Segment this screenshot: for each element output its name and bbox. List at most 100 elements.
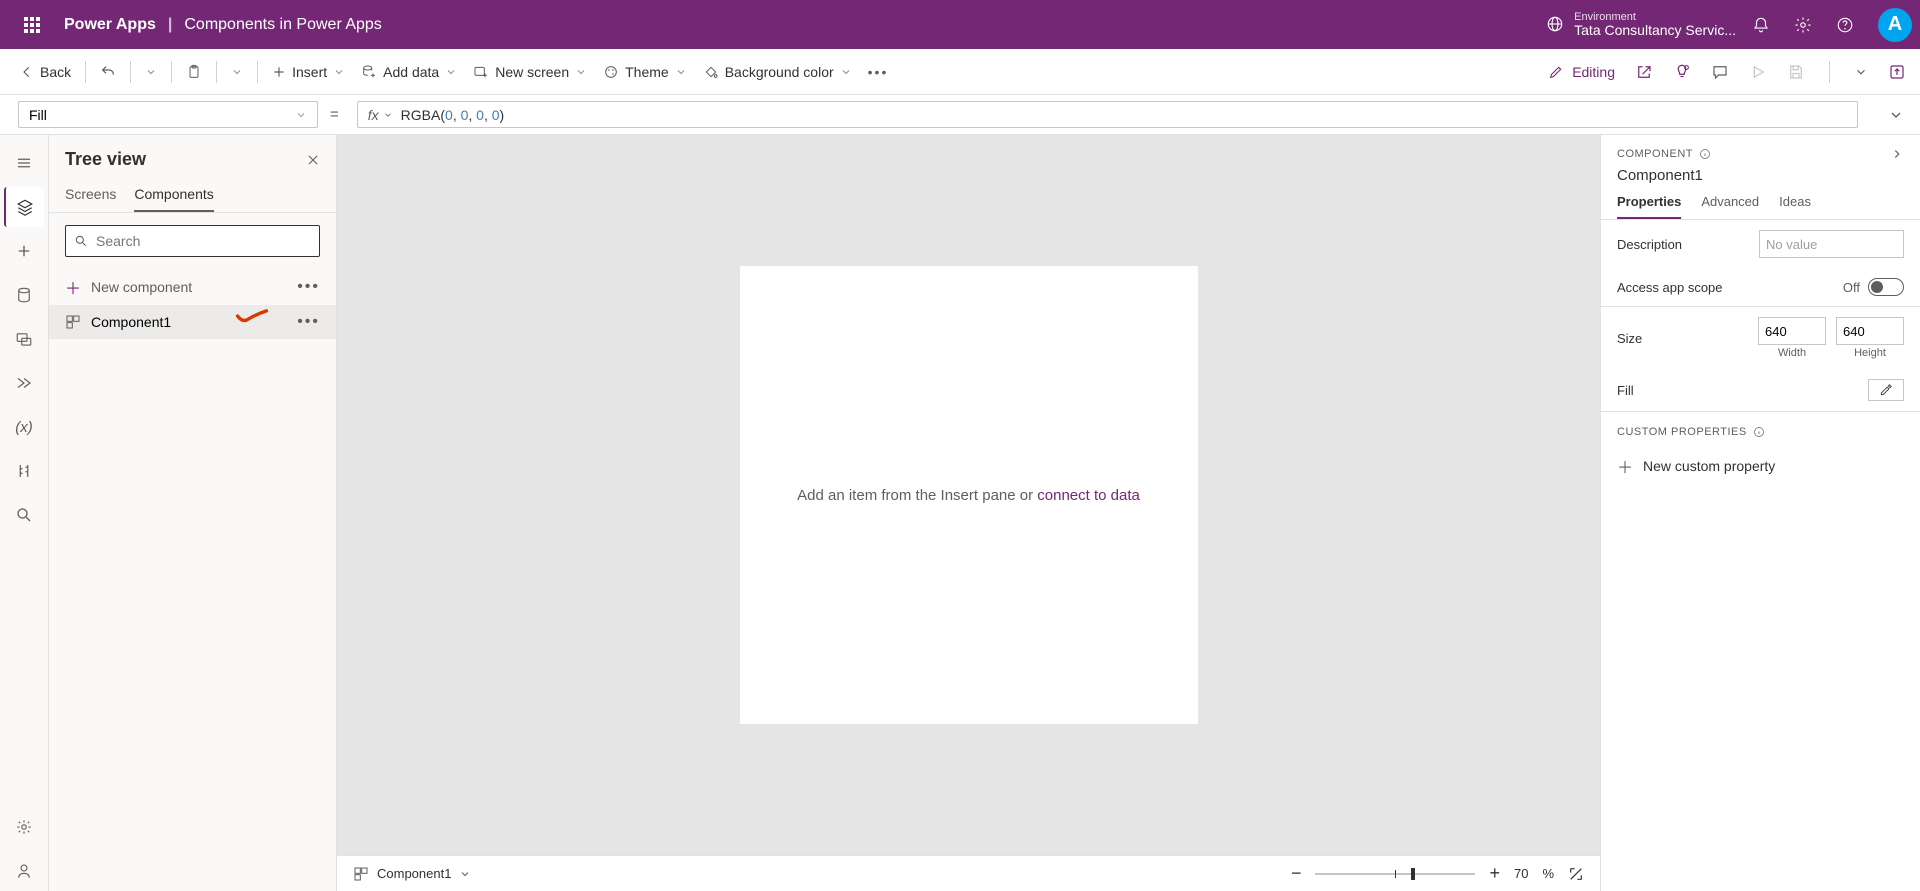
props-tab-properties[interactable]: Properties (1617, 194, 1681, 219)
help-icon[interactable] (1836, 16, 1854, 34)
theme-button[interactable]: Theme (597, 60, 693, 84)
formula-bar[interactable]: fx RGBA(0, 0, 0, 0) (357, 101, 1858, 128)
back-button[interactable]: Back (14, 60, 77, 84)
add-data-button[interactable]: Add data (355, 60, 463, 84)
props-tab-advanced[interactable]: Advanced (1701, 194, 1759, 219)
canvas-viewport[interactable]: Add an item from the Insert pane or conn… (337, 135, 1600, 855)
tree-search[interactable] (65, 225, 320, 257)
new-screen-button[interactable]: New screen (467, 60, 593, 84)
chevron-down-icon (145, 66, 157, 78)
new-custom-property-button[interactable]: ＋ New custom property (1601, 446, 1920, 486)
tab-components[interactable]: Components (134, 178, 213, 212)
component-canvas[interactable]: Add an item from the Insert pane or conn… (740, 266, 1198, 724)
rail-insert[interactable] (4, 231, 44, 271)
rail-hamburger[interactable] (4, 143, 44, 183)
rail-media[interactable] (4, 319, 44, 359)
fill-color-picker[interactable] (1868, 379, 1904, 401)
zoom-value: 70 (1514, 866, 1528, 881)
chevron-down-icon (445, 66, 457, 78)
component-name: Component1 (1617, 167, 1904, 184)
left-rail: (x) (0, 135, 49, 891)
publish-icon[interactable] (1888, 63, 1906, 81)
close-icon (306, 153, 320, 167)
undo-split[interactable] (139, 62, 163, 82)
rail-virtual-agent[interactable] (4, 851, 44, 891)
rail-settings[interactable] (4, 807, 44, 847)
environment-picker[interactable]: Environment Tata Consultancy Servic... (1546, 11, 1736, 38)
chevron-down-icon (231, 66, 243, 78)
tab-screens[interactable]: Screens (65, 178, 116, 212)
undo-button[interactable] (94, 60, 122, 84)
product-name[interactable]: Power Apps (64, 16, 156, 34)
props-tab-ideas[interactable]: Ideas (1779, 194, 1811, 219)
plus-icon: ＋ (1617, 454, 1633, 478)
palette-icon (603, 64, 619, 80)
formula-expand-button[interactable] (1872, 95, 1920, 134)
app-checker-icon[interactable] (1673, 63, 1691, 81)
zoom-in-button[interactable]: + (1489, 863, 1500, 884)
access-scope-toggle[interactable] (1868, 278, 1904, 296)
new-component-more[interactable]: ••• (297, 278, 320, 296)
tree-search-input[interactable] (96, 233, 311, 249)
zoom-slider[interactable] (1315, 873, 1475, 875)
info-icon[interactable] (1699, 148, 1711, 160)
editing-mode-button[interactable]: Editing (1548, 64, 1615, 80)
height-input[interactable] (1836, 317, 1904, 345)
environment-name: Tata Consultancy Servic... (1574, 23, 1736, 38)
hint-middle: or (1016, 487, 1038, 504)
overflow-button[interactable]: ••• (862, 60, 895, 84)
rail-search[interactable] (4, 495, 44, 535)
database-icon (15, 286, 33, 304)
settings-icon[interactable] (1794, 16, 1812, 34)
plus-icon: ＋ (65, 275, 81, 299)
insert-button[interactable]: Insert (266, 60, 351, 84)
bg-color-button[interactable]: Background color (697, 60, 858, 84)
chevron-down-icon (459, 868, 471, 880)
rail-data[interactable] (4, 275, 44, 315)
chevron-right-icon[interactable] (1890, 147, 1904, 161)
editing-label: Editing (1572, 64, 1615, 80)
save-split-icon[interactable] (1854, 65, 1868, 79)
rail-advanced-tools[interactable] (4, 451, 44, 491)
gear-icon (15, 818, 33, 836)
rail-variables[interactable]: (x) (4, 407, 44, 447)
property-selector[interactable]: Fill (18, 101, 318, 128)
fit-to-screen-icon[interactable] (1568, 866, 1584, 882)
new-component-label: New component (91, 279, 192, 295)
media-icon (15, 330, 33, 348)
user-avatar[interactable]: A (1878, 8, 1912, 42)
rail-power-automate[interactable] (4, 363, 44, 403)
pencil-icon (1548, 64, 1564, 80)
comments-icon[interactable] (1711, 63, 1729, 81)
new-component-button[interactable]: ＋ New component ••• (49, 269, 336, 305)
custom-properties-label: CUSTOM PROPERTIES (1617, 426, 1747, 438)
ellipsis-icon: ••• (868, 64, 889, 80)
notifications-icon[interactable] (1752, 16, 1770, 34)
app-header: Power Apps | Components in Power Apps En… (0, 0, 1920, 49)
connect-data-link[interactable]: connect to data (1037, 487, 1140, 504)
tree-item-more[interactable]: ••• (297, 313, 320, 331)
preview-icon[interactable] (1749, 63, 1767, 81)
rail-tree-view[interactable] (4, 187, 44, 227)
app-launcher[interactable] (8, 17, 56, 33)
footer-component-selector[interactable]: Component1 (353, 866, 471, 882)
paste-split[interactable] (225, 62, 249, 82)
description-input[interactable] (1759, 230, 1904, 258)
tree-view-close[interactable] (306, 153, 320, 167)
command-bar: Back Insert Add data New screen Theme Ba… (0, 49, 1920, 95)
share-icon[interactable] (1635, 63, 1653, 81)
tree-view-title: Tree view (65, 149, 306, 170)
save-icon[interactable] (1787, 63, 1805, 81)
paste-button[interactable] (180, 60, 208, 84)
width-label: Width (1778, 347, 1806, 359)
info-icon[interactable] (1753, 426, 1765, 438)
fx-icon: fx (368, 107, 393, 123)
header-title: Power Apps | Components in Power Apps (64, 16, 382, 34)
zoom-out-button[interactable]: − (1291, 863, 1302, 884)
component-icon (65, 314, 81, 330)
waffle-icon (24, 17, 40, 33)
zoom-thumb[interactable] (1411, 868, 1415, 880)
tree-item-component1[interactable]: Component1 ••• (49, 305, 336, 339)
width-input[interactable] (1758, 317, 1826, 345)
screen-plus-icon (473, 64, 489, 80)
